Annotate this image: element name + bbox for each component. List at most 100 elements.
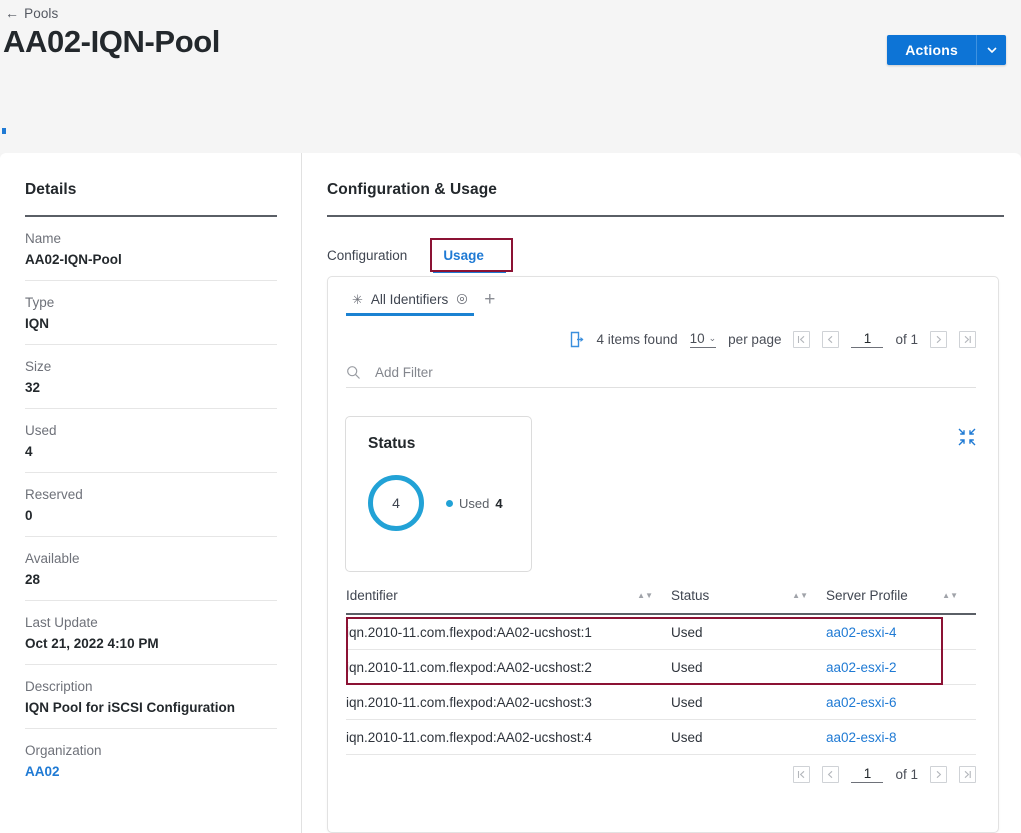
cell-status: Used: [671, 659, 703, 675]
tab-all-identifiers[interactable]: ✳ All Identifiers: [346, 291, 475, 316]
status-legend: Used 4: [446, 496, 503, 511]
status-donut-row: 4 Used 4: [368, 475, 531, 531]
page-number-input[interactable]: 1: [851, 766, 884, 783]
identifiers-table: Identifier ▲▼ Status ▲▼ Server Profile ▲…: [346, 588, 976, 783]
column-label: Status: [671, 588, 710, 603]
table-row[interactable]: iqn.2010-11.com.flexpod:AA02-ucshost:4 U…: [346, 720, 976, 755]
table-row[interactable]: iqn.2010-11.com.flexpod:AA02-ucshost:2 U…: [346, 650, 976, 685]
detail-value-link[interactable]: AA02: [25, 764, 277, 779]
chevron-right-icon: [936, 770, 942, 779]
panel-toolbar: 4 items found 10 ⌄ per page 1 of 1: [328, 317, 998, 353]
legend-label: Used: [459, 495, 490, 511]
tab-configuration[interactable]: Configuration: [327, 242, 421, 273]
identifier-tabs: ✳ All Identifiers +: [328, 277, 998, 317]
cell-server-profile-link[interactable]: aa02-esxi-8: [826, 730, 976, 745]
status-card: Status 4 Used 4: [345, 416, 532, 572]
detail-value: AA02-IQN-Pool: [25, 252, 122, 267]
next-page-button[interactable]: [930, 330, 947, 348]
first-page-icon: [798, 335, 805, 343]
detail-label: Available: [25, 551, 80, 566]
tab-all-identifiers-label: All Identifiers: [370, 291, 449, 307]
chevron-left-icon: [828, 335, 833, 343]
column-label: Identifier: [346, 588, 398, 603]
app-page: ← Pools AA02-IQN-Pool Actions Details Na…: [0, 0, 1021, 833]
cell-identifier: iqn.2010-11.com.flexpod:AA02-ucshost:3: [346, 694, 592, 710]
column-header-server-profile[interactable]: Server Profile ▲▼: [826, 588, 976, 603]
breadcrumb-pools[interactable]: ← Pools: [5, 5, 58, 21]
prev-page-button[interactable]: [822, 766, 840, 783]
column-header-status[interactable]: Status ▲▼: [671, 588, 826, 603]
column-header-identifier[interactable]: Identifier ▲▼: [346, 588, 671, 603]
page-number-input[interactable]: 1: [851, 331, 884, 348]
chevron-right-icon: [936, 335, 942, 343]
search-icon: [346, 365, 361, 380]
detail-value: IQN Pool for iSCSI Configuration: [25, 700, 235, 715]
detail-field-reserved: Reserved 0: [25, 473, 277, 537]
detail-label: Reserved: [25, 487, 83, 502]
cell-identifier: iqn.2010-11.com.flexpod:AA02-ucshost:1: [346, 624, 592, 640]
filter-bar[interactable]: Add Filter: [346, 365, 976, 388]
usage-panel: ✳ All Identifiers + 4 items found 10 ⌄ p…: [327, 276, 999, 833]
tab-usage[interactable]: Usage: [421, 242, 508, 273]
export-icon[interactable]: [570, 331, 585, 348]
gear-icon[interactable]: [456, 293, 468, 305]
column-label: Server Profile: [826, 588, 908, 603]
detail-value: IQN: [25, 316, 50, 331]
cell-status: Used: [671, 624, 703, 640]
detail-value: 0: [25, 508, 33, 523]
chevron-down-icon: ⌄: [708, 332, 717, 343]
status-card-title: Status: [368, 435, 416, 452]
content-area: Details Name AA02-IQN-Pool Type IQN Size…: [0, 153, 1021, 833]
legend-value: 4: [495, 495, 503, 511]
collapse-icon[interactable]: [958, 428, 976, 446]
sort-toggle-icon[interactable]: ▲▼: [942, 592, 976, 600]
detail-label: Used: [25, 423, 57, 438]
detail-label: Description: [25, 679, 93, 694]
per-page-label: per page: [728, 331, 782, 347]
details-heading: Details: [25, 181, 77, 198]
usage-chart-area: Status 4 Used 4: [328, 416, 998, 576]
per-page-value: 10: [689, 330, 705, 346]
first-page-icon: [798, 770, 805, 779]
table-row[interactable]: iqn.2010-11.com.flexpod:AA02-ucshost:3 U…: [346, 685, 976, 720]
next-page-button[interactable]: [930, 766, 947, 783]
last-page-icon: [964, 770, 971, 779]
breadcrumb-label: Pools: [24, 5, 59, 21]
add-identifier-tab-button[interactable]: +: [484, 290, 495, 309]
table-header-row: Identifier ▲▼ Status ▲▼ Server Profile ▲…: [346, 588, 976, 615]
detail-field-last-update: Last Update Oct 21, 2022 4:10 PM: [25, 601, 277, 665]
status-donut-chart: 4: [368, 475, 424, 531]
table-row[interactable]: iqn.2010-11.com.flexpod:AA02-ucshost:1 U…: [346, 615, 976, 650]
prev-page-button[interactable]: [822, 330, 840, 348]
page-header: ← Pools AA02-IQN-Pool Actions: [0, 0, 1021, 153]
first-page-button[interactable]: [793, 330, 811, 348]
last-page-button[interactable]: [959, 766, 976, 783]
per-page-select[interactable]: 10 ⌄: [689, 330, 717, 348]
detail-field-available: Available 28: [25, 537, 277, 601]
legend-color-dot: [446, 499, 453, 507]
items-found-label: 4 items found: [596, 331, 678, 347]
cell-identifier: iqn.2010-11.com.flexpod:AA02-ucshost:4: [346, 729, 592, 745]
actions-button[interactable]: Actions: [887, 35, 976, 65]
sort-toggle-icon[interactable]: ▲▼: [637, 592, 671, 600]
main-heading: Configuration & Usage: [327, 181, 498, 198]
details-panel: Details Name AA02-IQN-Pool Type IQN Size…: [0, 153, 302, 833]
detail-value: 4: [25, 444, 33, 459]
cell-server-profile-link[interactable]: aa02-esxi-6: [826, 695, 976, 710]
cell-server-profile-link[interactable]: aa02-esxi-2: [826, 660, 976, 675]
last-page-button[interactable]: [959, 330, 976, 348]
actions-button-group: Actions: [887, 35, 1006, 65]
cell-server-profile-link[interactable]: aa02-esxi-4: [826, 625, 976, 640]
detail-label: Organization: [25, 743, 102, 758]
first-page-button[interactable]: [793, 766, 811, 783]
detail-field-description: Description IQN Pool for iSCSI Configura…: [25, 665, 277, 729]
detail-field-size: Size 32: [25, 345, 277, 409]
main-divider: [327, 215, 1004, 217]
main-tabs: Configuration Usage: [327, 237, 1004, 273]
detail-label: Name: [25, 231, 62, 246]
chevron-down-icon: [986, 46, 997, 53]
actions-dropdown-toggle[interactable]: [976, 35, 1006, 65]
last-page-icon: [964, 335, 971, 343]
sort-toggle-icon[interactable]: ▲▼: [792, 592, 826, 600]
filter-input[interactable]: Add Filter: [375, 365, 433, 380]
